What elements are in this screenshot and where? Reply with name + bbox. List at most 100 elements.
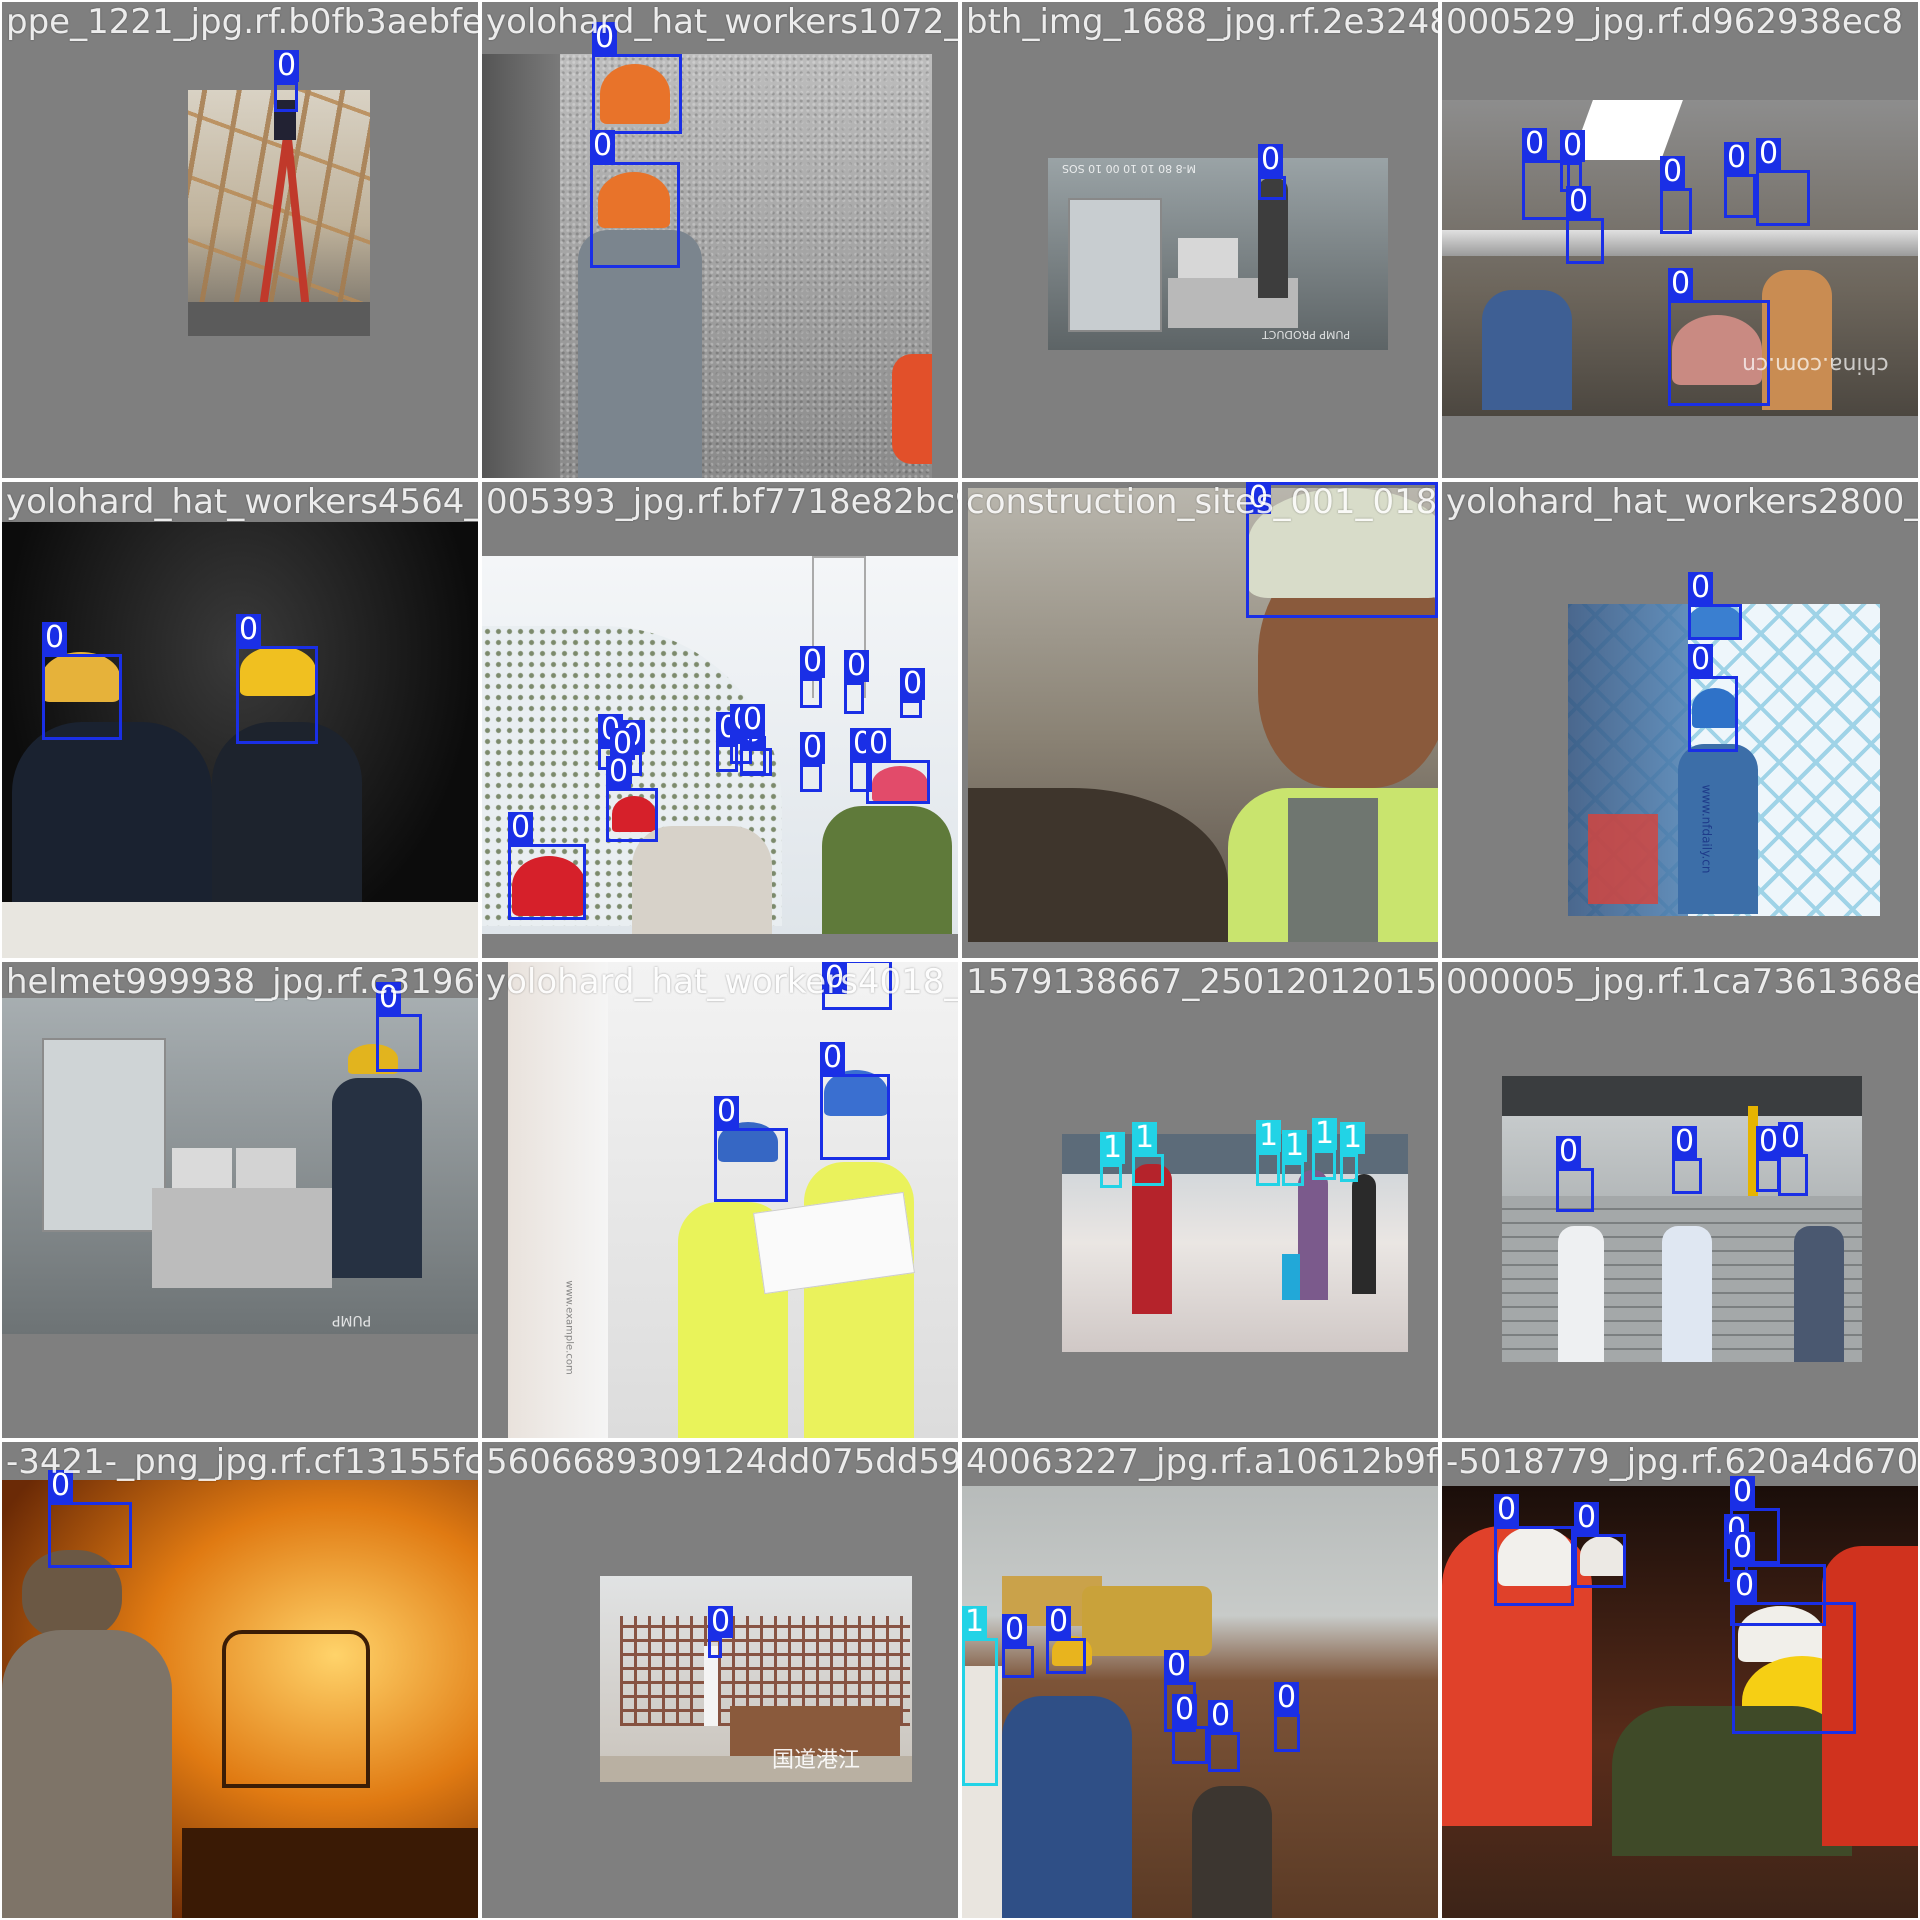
bounding-box-class-0 — [844, 682, 864, 714]
class-label: 0 — [1046, 1606, 1072, 1638]
bounding-box-class-0 — [606, 788, 658, 842]
mosaic-tile: 0 0 0 yolohard_hat_workers4018_ www.example.… — [482, 962, 958, 1438]
image-filename: bth_img_1688_jpg.rf.2e3248070520e5f3287 — [966, 2, 1438, 42]
mosaic-tile: 0 0 yolohard_hat_workers4564_png.rf.3a — [2, 482, 478, 958]
bounding-box-class-0 — [714, 1128, 788, 1202]
bounding-box-class-1 — [962, 1638, 998, 1786]
bounding-box-class-0 — [1688, 604, 1742, 640]
class-label: 1 — [1312, 1118, 1338, 1150]
class-label: 0 — [1566, 186, 1592, 218]
class-label: 0 — [1668, 268, 1694, 300]
class-label: 0 — [1688, 572, 1714, 604]
bounding-box-class-0 — [1756, 1158, 1780, 1192]
image-filename: -3421-_png_jpg.rf.cf13155fc — [6, 1442, 478, 1482]
bounding-box-class-0 — [800, 678, 822, 708]
class-label: 0 — [376, 982, 402, 1014]
bounding-box-class-0 — [1732, 1602, 1856, 1734]
mosaic-tile: 0 ppe_1221_jpg.rf.b0fb3aebfe23e1c7a557b52 — [2, 2, 478, 478]
class-label: 0 — [592, 22, 618, 54]
bounding-box-class-0 — [1574, 1534, 1626, 1588]
class-label: 0 — [1730, 1476, 1756, 1508]
mosaic-tile: 0construction_sites_001_0181_jpg.rf — [962, 482, 1438, 958]
class-label: 0 — [1778, 1122, 1804, 1154]
bounding-box-class-0 — [800, 764, 822, 792]
class-label: 0 — [1208, 1700, 1234, 1732]
bounding-box-class-1 — [1100, 1164, 1122, 1188]
mosaic-tile: 000000000000000005393_jpg.rf.bf7718e82bc… — [482, 482, 958, 958]
class-label: 0 — [844, 650, 870, 682]
class-label: 0 — [800, 732, 826, 764]
bounding-box-class-0 — [866, 760, 930, 804]
class-label: 0 — [1002, 1614, 1028, 1646]
photo-wooden-frame-ladder — [188, 90, 370, 336]
class-label: 0 — [508, 812, 534, 844]
class-label: 0 — [708, 1606, 734, 1638]
bounding-box-class-0 — [1172, 1726, 1208, 1764]
mosaic-tile: 0 0 0 0 0 0 0 000529_jpg.rf.d962938ec8 china.com… — [1442, 2, 1918, 478]
class-label: 0 — [820, 1042, 846, 1074]
class-label: 0 — [1732, 1570, 1758, 1602]
detection-mosaic: 0 ppe_1221_jpg.rf.b0fb3aebfe23e1c7a557b52… — [0, 0, 1920, 1920]
bounding-box-class-1 — [1312, 1150, 1336, 1180]
image-filename: yolohard_hat_workers4564_png.rf.3a — [6, 482, 478, 522]
mosaic-tile: 0 helmet999938_jpg.rf.c3196f PUMP — [2, 962, 478, 1438]
class-label: 0 — [714, 1096, 740, 1128]
class-label: 1 — [1132, 1122, 1158, 1154]
bounding-box-class-0 — [592, 54, 682, 134]
class-label: 0 — [822, 962, 848, 994]
bounding-box-class-0 — [1756, 170, 1810, 226]
bounding-box-class-0 — [1688, 676, 1738, 752]
class-label: 0 — [1574, 1502, 1600, 1534]
photo-overlay-text: M-8 80 10 10 00 10 SOS — [1062, 162, 1197, 175]
class-label: 0 — [590, 130, 616, 162]
class-label: 0 — [800, 646, 826, 678]
class-label: 0 — [1688, 644, 1714, 676]
photo-overlay-text: PUMP — [332, 1312, 372, 1328]
class-label: 1 — [1256, 1120, 1282, 1152]
class-label: 0 — [1172, 1694, 1198, 1726]
bounding-box-class-0 — [274, 82, 298, 112]
bounding-box-class-0 — [1494, 1526, 1574, 1606]
class-label: 0 — [1258, 144, 1284, 176]
bounding-box-class-1 — [1256, 1152, 1280, 1186]
class-label: 0 — [1274, 1682, 1300, 1714]
class-label: 1 — [1100, 1132, 1126, 1164]
bounding-box-class-0 — [1724, 174, 1756, 218]
bounding-box-class-1 — [1132, 1154, 1164, 1186]
class-label: 0 — [1724, 142, 1750, 174]
bounding-box-class-0 — [1246, 482, 1438, 618]
photo-pump-room — [1048, 158, 1388, 350]
mosaic-tile: 0 5606689309124dd075dd59b92 国道港江 — [482, 1442, 958, 1918]
photo-overlay-text: www.example.com — [563, 1280, 575, 1375]
bounding-box-class-0 — [48, 1502, 132, 1568]
bounding-box-class-0 — [590, 162, 680, 268]
image-filename: yolohard_hat_workers2800_ — [1446, 482, 1918, 522]
class-label: 0 — [1756, 138, 1782, 170]
bounding-box-class-0 — [1002, 1646, 1034, 1678]
bounding-box-class-0 — [376, 1014, 422, 1072]
photo-muddy-site — [962, 1486, 1438, 1918]
bounding-box-class-0 — [1778, 1154, 1808, 1196]
image-filename: -5018779_jpg.rf.620a4d670624 — [1446, 1442, 1918, 1482]
mosaic-tile: 1 0 0 0 0 0 0 40063227_jpg.rf.a10612b9f93 — [962, 1442, 1438, 1918]
class-label: 0 — [1522, 128, 1548, 160]
image-filename: 000529_jpg.rf.d962938ec8 — [1446, 2, 1904, 42]
bounding-box-class-0 — [1258, 176, 1286, 200]
mosaic-tile: 0 -3421-_png_jpg.rf.cf13155fc — [2, 1442, 478, 1918]
class-label: 0 — [236, 614, 262, 646]
class-label: 0 — [900, 668, 926, 700]
photo-tower-climber — [1568, 604, 1880, 916]
class-label: 0 — [1494, 1494, 1520, 1526]
class-label: 0 — [1556, 1136, 1582, 1168]
class-label: 1 — [1282, 1130, 1308, 1162]
bounding-box-class-0 — [42, 654, 122, 740]
class-label: 1 — [962, 1606, 988, 1638]
bounding-box-class-0 — [820, 1074, 890, 1160]
class-label: 1 — [1340, 1122, 1366, 1154]
bounding-box-class-0 — [508, 844, 586, 920]
class-label: 0 — [1672, 1126, 1698, 1158]
image-filename: yolohard_hat_workers1072_png.rf.7af3883 — [486, 2, 958, 42]
bounding-box-class-1 — [1282, 1162, 1304, 1186]
photo-overlay-text: PUMP PRODUCT — [1262, 328, 1351, 341]
image-filename: helmet999938_jpg.rf.c3196f — [6, 962, 478, 1002]
